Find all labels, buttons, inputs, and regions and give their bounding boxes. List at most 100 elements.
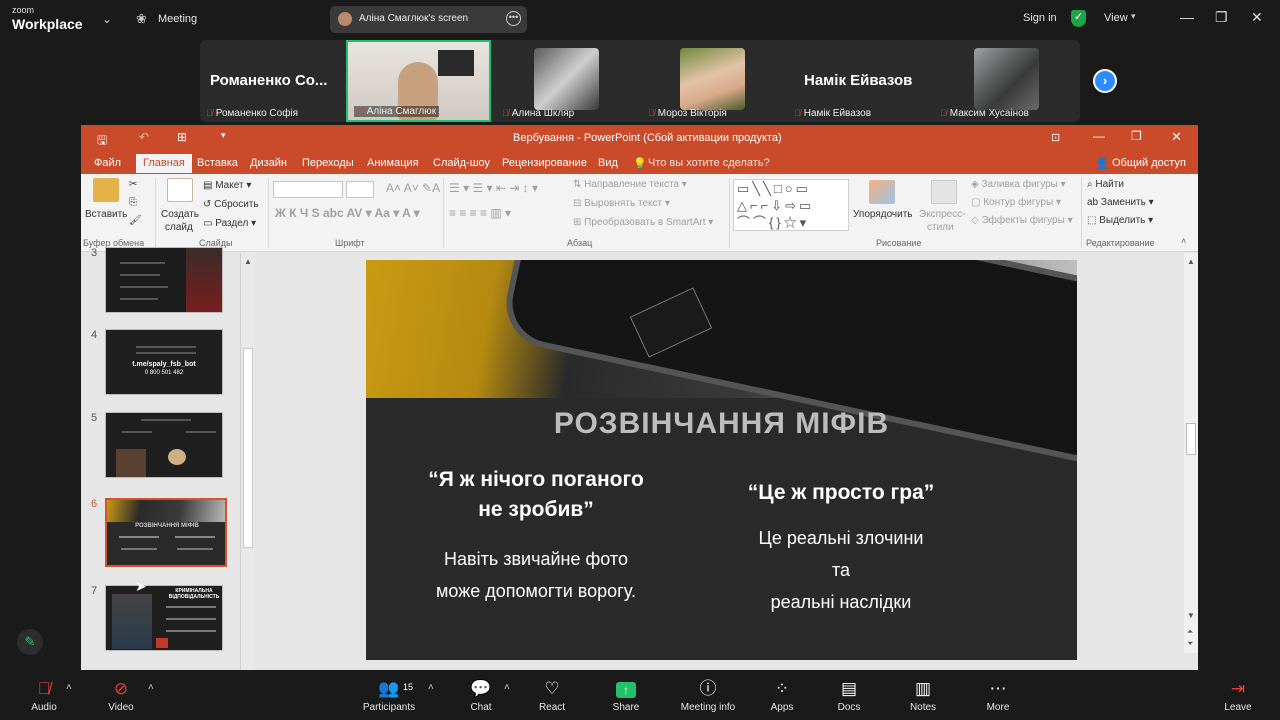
quick-styles-icon[interactable]	[931, 180, 957, 204]
ppt-close-icon[interactable]: ✕	[1171, 129, 1182, 145]
meeting-info-button[interactable]: ⓘ Meeting info	[673, 678, 743, 713]
copy-icon[interactable]: ⎘	[129, 197, 137, 208]
share-button[interactable]: Общий доступ	[1112, 157, 1186, 169]
tab-home[interactable]: Главная	[136, 154, 192, 173]
restore-icon[interactable]: ❐	[1215, 9, 1228, 26]
text-direction-button[interactable]: ⇅ Направление текста ▾	[573, 179, 687, 190]
new-slide-icon[interactable]	[167, 178, 193, 202]
tab-slideshow[interactable]: Слайд-шоу	[433, 157, 490, 169]
shape-effects-button[interactable]: ◇ Эффекты фигуры ▾	[971, 215, 1073, 226]
slide-thumbnail-5[interactable]	[105, 412, 223, 478]
slideshow-icon[interactable]: ⊞	[177, 130, 187, 144]
slide-thumbnail-7[interactable]: КРИМІНАЛЬНА ВІДПОВІДАЛЬНІСТЬ	[105, 585, 223, 651]
new-slide-label-1[interactable]: Создать	[161, 209, 199, 220]
customize-qat-icon[interactable]: ▾	[221, 130, 226, 141]
participant-tile[interactable]: 🎙̸ Мороз Вікторія	[642, 40, 787, 122]
participant-tile[interactable]: Намік Ейвазов 🎙̸ Намік Ейвазов	[788, 40, 933, 122]
shapes-gallery[interactable]: ▭╲╲□○▭ △⌐⌐⇩⇨▭ ⌒⌒{}☆▾	[733, 179, 849, 231]
collapse-ribbon-icon[interactable]: ˄	[1181, 236, 1186, 246]
slide-thumbnail-6[interactable]: РОЗВІНЧАННЯ МІФІВ	[105, 498, 227, 567]
more-button[interactable]: ⋯ More	[963, 678, 1033, 713]
new-slide-label-2[interactable]: слайд	[165, 222, 193, 233]
undo-icon[interactable]: ↶	[139, 130, 149, 144]
participant-tile[interactable]: 🎙̸ Максим Хусаінов	[934, 40, 1079, 122]
share-screen-button[interactable]: ↑ Share	[591, 678, 661, 713]
tab-file[interactable]: Файл	[94, 157, 121, 169]
next-slide-icon[interactable]: ⏷	[1187, 639, 1193, 649]
react-button[interactable]: ♡ React	[517, 678, 587, 713]
docs-button[interactable]: ▤ Docs	[814, 678, 884, 713]
close-icon[interactable]: ✕	[1251, 9, 1263, 26]
tab-animations[interactable]: Анимация	[367, 157, 419, 169]
arrange-icon[interactable]	[869, 180, 895, 204]
tab-review[interactable]: Рецензирование	[502, 157, 587, 169]
ribbon-display-icon[interactable]: ⊡	[1051, 131, 1060, 144]
participant-tile[interactable]: Романенко Со... 🎙̸ Романенко Софія	[200, 40, 345, 122]
previous-slide-icon[interactable]: ⏶	[1187, 627, 1193, 637]
editor-vertical-scrollbar[interactable]: ▲ ▼ ⏶ ⏷	[1184, 253, 1198, 653]
scroll-up-icon[interactable]: ▲	[244, 257, 252, 266]
reset-button[interactable]: ↺ Сбросить	[203, 199, 259, 210]
tell-me-search[interactable]: Что вы хотите сделать?	[648, 157, 770, 169]
security-shield-icon[interactable]	[1071, 10, 1086, 27]
participant-tile[interactable]: 🎙̸ Алина Шкляр	[496, 40, 641, 122]
font-size-buttons[interactable]: A˄ A˅ ✎A	[386, 181, 440, 195]
participant-tile-active-speaker[interactable]: 🎙̸ Аліна Смаглюк	[346, 40, 491, 122]
leave-button[interactable]: ⇥ Leave	[1203, 678, 1273, 713]
slide-thumbnail-3[interactable]	[105, 247, 223, 313]
audio-options-chevron-icon[interactable]: ˄	[66, 682, 72, 693]
find-button[interactable]: ⌕ Найти	[1087, 179, 1124, 190]
font-size-field[interactable]	[346, 181, 374, 198]
view-chevron-icon[interactable]: ▾	[1131, 11, 1136, 22]
next-participants-button[interactable]: ›	[1093, 69, 1117, 93]
font-style-buttons[interactable]: Ж К Ч S abc AV ▾ Aa ▾ A ▾	[275, 206, 420, 220]
chevron-down-icon[interactable]: ⌄	[102, 12, 112, 26]
ppt-restore-icon[interactable]: ❐	[1131, 129, 1142, 143]
font-name-field[interactable]	[273, 181, 343, 198]
current-slide[interactable]: РОЗВІНЧАННЯ МІФІВ “Я ж нічого поганого н…	[366, 260, 1077, 660]
save-icon[interactable]: 🖫	[97, 131, 107, 152]
participants-options-chevron-icon[interactable]: ˄	[428, 682, 434, 693]
section-button[interactable]: ▭ Раздел ▾	[203, 218, 256, 229]
sign-in-link[interactable]: Sign in	[1023, 12, 1057, 24]
scrollbar-thumb[interactable]	[1186, 423, 1196, 455]
layout-button[interactable]: ▤ Макет ▾	[203, 180, 251, 191]
tab-view[interactable]: Вид	[598, 157, 618, 169]
quick-styles-label-1[interactable]: Экспресс-	[919, 209, 966, 220]
replace-button[interactable]: ab Заменить ▾	[1087, 197, 1154, 208]
video-options-chevron-icon[interactable]: ˄	[148, 682, 154, 693]
arrange-button[interactable]: Упорядочить	[853, 209, 913, 220]
tab-transitions[interactable]: Переходы	[302, 157, 354, 169]
cut-icon[interactable]: ✂	[129, 179, 137, 190]
scrollbar-thumb[interactable]	[243, 348, 253, 548]
more-options-icon[interactable]: •••	[506, 11, 521, 26]
ppt-minimize-icon[interactable]: —	[1093, 129, 1105, 143]
participants-button[interactable]: 👥 Participants	[354, 678, 424, 713]
quick-styles-label-2[interactable]: стили	[927, 222, 954, 233]
screen-share-indicator[interactable]: Аліна Смаглюк's screen •••	[330, 6, 527, 33]
notes-button[interactable]: ▥ Notes	[888, 678, 958, 713]
apps-button[interactable]: ⁘ Apps	[747, 678, 817, 713]
tab-insert[interactable]: Вставка	[197, 157, 238, 169]
thumbnails-scrollbar[interactable]: ▲	[241, 253, 255, 670]
select-button[interactable]: ⬚ Выделить ▾	[1087, 215, 1153, 226]
chat-options-chevron-icon[interactable]: ˄	[504, 682, 510, 693]
meeting-label[interactable]: Meeting	[158, 13, 197, 25]
format-painter-icon[interactable]: 🖌	[129, 215, 142, 226]
slide-thumbnail-4[interactable]: t.me/spaly_fsb_bot 0 800 501 482	[105, 329, 223, 395]
tab-design[interactable]: Дизайн	[250, 157, 287, 169]
align-buttons[interactable]: ≡ ≡ ≡ ≡ ▥ ▾	[449, 206, 511, 220]
smartart-button[interactable]: ⊞ Преобразовать в SmartArt ▾	[573, 217, 713, 228]
shape-fill-button[interactable]: ◈ Заливка фигуры ▾	[971, 179, 1066, 190]
scroll-up-icon[interactable]: ▲	[1187, 257, 1195, 266]
view-menu[interactable]: View	[1104, 12, 1128, 24]
align-text-button[interactable]: ⊟ Выровнять текст ▾	[573, 198, 670, 209]
paste-icon[interactable]	[93, 178, 119, 202]
shape-outline-button[interactable]: ▢ Контур фигуры ▾	[971, 197, 1061, 208]
list-buttons[interactable]: ☰ ▾ ☰ ▾ ⇤ ⇥ ↕ ▾	[449, 181, 538, 195]
minimize-icon[interactable]: —	[1180, 9, 1194, 25]
paste-button[interactable]: Вставить	[85, 209, 127, 220]
scroll-down-icon[interactable]: ▼	[1187, 611, 1195, 620]
video-button[interactable]: ⊘ Video	[86, 678, 156, 713]
annotate-pencil-button[interactable]: ✎	[17, 629, 43, 655]
